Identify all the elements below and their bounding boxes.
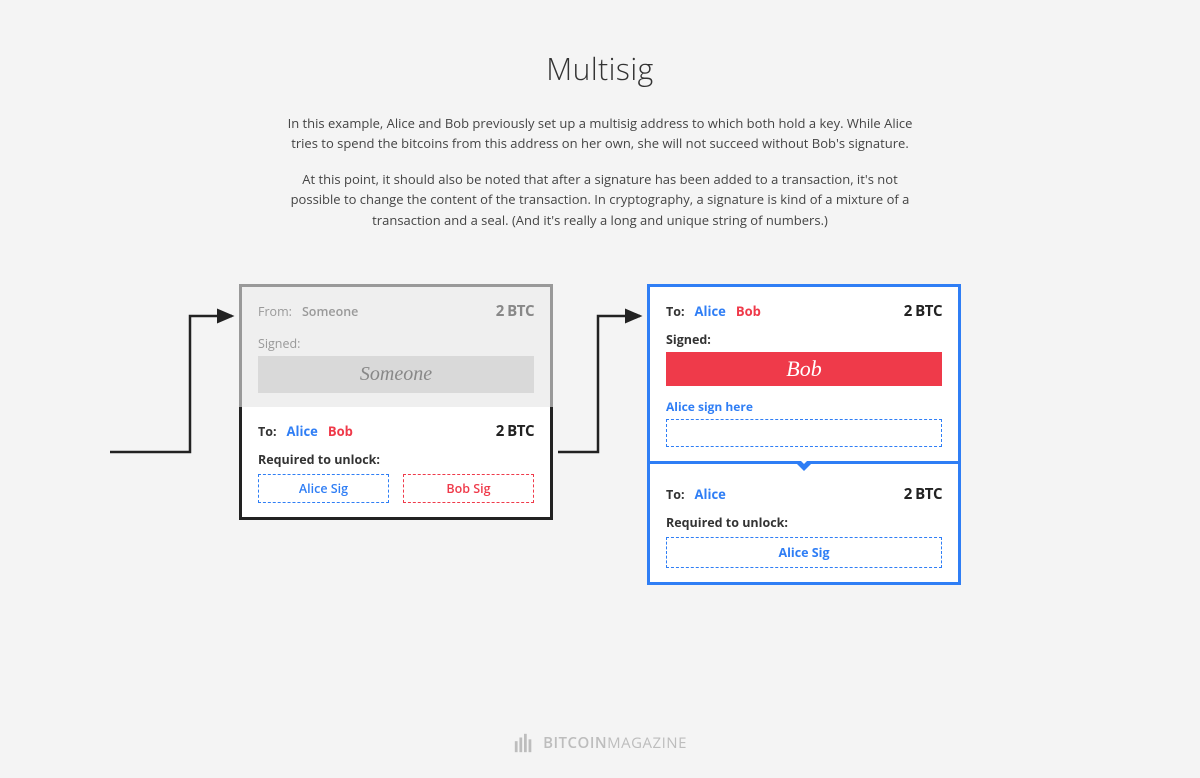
to-label: To: — [666, 303, 685, 320]
to-alice: Alice — [287, 422, 318, 440]
right-transaction-group: To: Alice Bob 2 BTC Signed: Bob Alice si… — [647, 284, 961, 585]
alice-sig-required: Alice Sig — [666, 537, 942, 568]
to-alice: Alice — [695, 302, 726, 320]
paragraph-2: At this point, it should also be noted t… — [280, 169, 920, 229]
footer-brand: BITCOINMAGAZINE — [0, 732, 1200, 754]
signed-label: Signed: — [666, 331, 942, 348]
to-alice: Alice — [695, 485, 726, 503]
from-label: From: — [258, 303, 292, 320]
bitcoin-magazine-logo-icon — [513, 732, 535, 754]
diagram-area: From: Someone 2 BTC Signed: Someone To: … — [0, 260, 1200, 690]
bob-signature: Bob — [666, 352, 942, 386]
left-transaction-group: From: Someone 2 BTC Signed: Someone To: … — [239, 284, 553, 520]
connector-arrows — [0, 260, 1200, 690]
brand-bold: BITCOIN — [543, 733, 607, 753]
required-label: Required to unlock: — [258, 451, 534, 468]
description-block: In this example, Alice and Bob previousl… — [280, 113, 920, 230]
incoming-amount: 2 BTC — [496, 301, 534, 321]
amount: 2 BTC — [904, 301, 942, 321]
alice-sig-required: Alice Sig — [258, 474, 389, 503]
brand-light: MAGAZINE — [607, 733, 687, 753]
amount: 2 BTC — [904, 484, 942, 504]
outgoing-amount: 2 BTC — [496, 421, 534, 441]
pointer-notch-icon — [797, 457, 811, 464]
signed-by-bob-card: To: Alice Bob 2 BTC Signed: Bob Alice si… — [650, 287, 958, 464]
bob-sig-required: Bob Sig — [403, 474, 534, 503]
to-bob: Bob — [328, 422, 353, 440]
incoming-tx-card: From: Someone 2 BTC Signed: Someone — [242, 287, 550, 407]
outgoing-tx-card: To: Alice Bob 2 BTC Required to unlock: … — [242, 407, 550, 517]
to-bob: Bob — [736, 302, 761, 320]
next-output-card: To: Alice 2 BTC Required to unlock: Alic… — [650, 464, 958, 582]
from-value: Someone — [302, 303, 358, 320]
to-label: To: — [666, 486, 685, 503]
alice-sign-here-label: Alice sign here — [666, 398, 942, 415]
signed-label: Signed: — [258, 335, 534, 352]
paragraph-1: In this example, Alice and Bob previousl… — [280, 113, 920, 153]
someone-signature: Someone — [258, 356, 534, 393]
to-label: To: — [258, 423, 277, 440]
required-label: Required to unlock: — [666, 514, 942, 531]
alice-signature-empty-slot — [666, 419, 942, 447]
page-title: Multisig — [0, 0, 1200, 89]
